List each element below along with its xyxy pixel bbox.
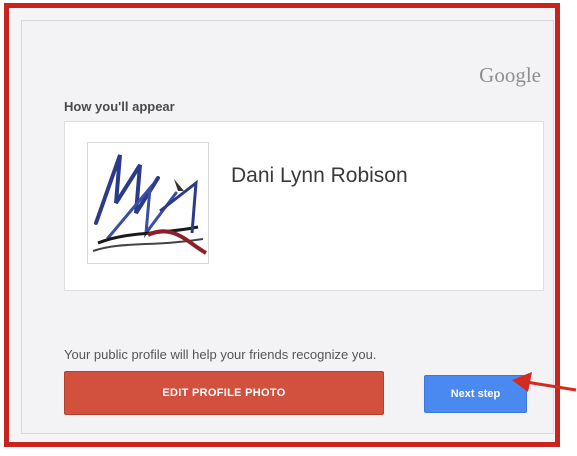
profile-preview-card: Dani Lynn Robison (64, 121, 544, 291)
profile-name: Dani Lynn Robison (231, 164, 408, 187)
edit-profile-photo-button[interactable]: EDIT PROFILE PHOTO (64, 371, 384, 415)
google-logo: Google (479, 63, 541, 87)
signature-photo-icon (88, 143, 208, 263)
annotation-arrow-icon (510, 366, 577, 406)
helper-text: Your public profile will help your frien… (64, 347, 377, 362)
section-heading: How you'll appear (64, 99, 175, 114)
avatar[interactable] (87, 142, 209, 264)
highlight-frame: Google How you'll appear Dani Lynn Robis… (4, 3, 560, 447)
profile-dialog: Google How you'll appear Dani Lynn Robis… (21, 20, 554, 434)
